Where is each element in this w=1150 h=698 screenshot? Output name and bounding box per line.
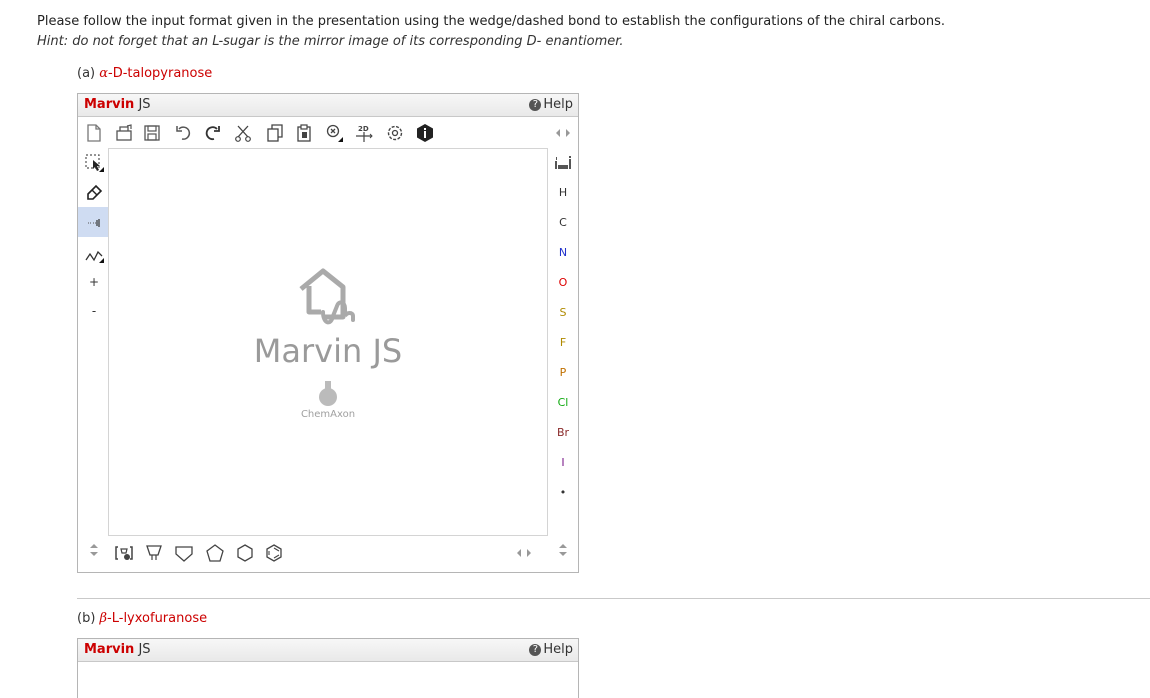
- brand-name: Marvin: [84, 97, 135, 112]
- question-b-greek: β: [99, 611, 108, 626]
- cyclopropane-icon[interactable]: [144, 543, 164, 563]
- chemaxon-logo-text: ChemAxon: [300, 409, 356, 420]
- cut-icon[interactable]: [233, 123, 253, 143]
- bottom-scroll-arrows-icon[interactable]: [514, 543, 534, 563]
- help-b-label: Help: [543, 642, 573, 657]
- instruction-text: Please follow the input format given in …: [37, 14, 946, 29]
- periodic-table-icon[interactable]: [553, 153, 573, 173]
- help-b-icon: ?: [529, 644, 542, 656]
- help-button[interactable]: ? Help: [529, 97, 573, 112]
- section-divider: [77, 598, 1150, 599]
- question-b-name: -L-lyxofuranose: [107, 611, 208, 626]
- redo-icon[interactable]: [202, 123, 222, 143]
- zoom-reset-icon[interactable]: [324, 123, 344, 143]
- editor-title-bar: Marvin JS ? Help: [78, 94, 578, 117]
- chain-icon[interactable]: [84, 244, 104, 264]
- drawing-canvas[interactable]: Marvin JS ChemAxon: [108, 148, 548, 536]
- editor-b-title-bar: Marvin JS ? Help: [78, 639, 578, 662]
- marvin-logo-text: Marvin JS: [253, 332, 403, 370]
- select-icon[interactable]: [84, 153, 104, 173]
- right-scroll-arrows-icon[interactable]: [553, 540, 573, 560]
- question-b-prefix: (b): [77, 611, 100, 626]
- element-h-button[interactable]: H: [552, 186, 574, 199]
- brand-b-suffix: JS: [134, 642, 151, 657]
- question-a-label: (a) α-D-talopyranose: [77, 66, 212, 81]
- question-a-name: -D-talopyranose: [108, 66, 213, 81]
- chemaxon-logo-icon: [319, 381, 337, 406]
- undo-icon[interactable]: [174, 123, 194, 143]
- left-scroll-arrows-icon[interactable]: [84, 540, 104, 560]
- help-b-button[interactable]: ? Help: [529, 642, 573, 657]
- brand-suffix: JS: [134, 97, 151, 112]
- brand-b-name: Marvin: [84, 642, 135, 657]
- cyclohexane-icon[interactable]: [235, 543, 255, 563]
- editor-brand: Marvin JS: [84, 97, 151, 112]
- element-f-button[interactable]: F: [552, 336, 574, 349]
- bond-icon[interactable]: [78, 207, 110, 237]
- increase-charge-button[interactable]: +: [84, 275, 104, 289]
- question-a-greek: α: [99, 66, 109, 81]
- question-a-prefix: (a): [77, 66, 100, 81]
- instructions: Please follow the input format given in …: [37, 12, 945, 52]
- element-p-button[interactable]: P: [552, 366, 574, 379]
- element-n-button[interactable]: N: [552, 246, 574, 259]
- marvin-logo-icon: [299, 268, 355, 325]
- cyclobutane-icon[interactable]: [174, 543, 194, 563]
- question-b-label: (b) β-L-lyxofuranose: [77, 611, 207, 626]
- marvin-editor-b: Marvin JS ? Help: [77, 638, 579, 698]
- decrease-charge-button[interactable]: -: [84, 304, 104, 318]
- hint-text: Hint: do not forget that an L-sugar is t…: [37, 34, 624, 49]
- toolbar-scroll-arrows-icon[interactable]: [553, 123, 573, 143]
- cyclopentane-icon[interactable]: [205, 543, 225, 563]
- template-icon[interactable]: [114, 543, 134, 563]
- paste-icon[interactable]: [294, 123, 314, 143]
- element-c-button[interactable]: C: [552, 216, 574, 229]
- copy-icon[interactable]: [265, 123, 285, 143]
- element-radical-button[interactable]: •: [552, 486, 574, 499]
- element-o-button[interactable]: O: [552, 276, 574, 289]
- about-icon[interactable]: [415, 123, 435, 143]
- settings-icon[interactable]: [385, 123, 405, 143]
- element-cl-button[interactable]: Cl: [552, 396, 574, 409]
- element-i-button[interactable]: I: [552, 456, 574, 469]
- marvin-editor-a: Marvin JS ? Help 2D + - Marvin JS ChemAx…: [77, 93, 579, 573]
- editor-b-brand: Marvin JS: [84, 642, 151, 657]
- open-icon[interactable]: [114, 123, 134, 143]
- new-document-icon[interactable]: [84, 123, 104, 143]
- element-s-button[interactable]: S: [552, 306, 574, 319]
- clean-2d-label: 2D: [358, 125, 369, 133]
- erase-icon[interactable]: [84, 182, 104, 202]
- clean-2d-icon[interactable]: 2D: [354, 123, 374, 143]
- help-icon: ?: [529, 99, 542, 111]
- help-label: Help: [543, 97, 573, 112]
- save-icon[interactable]: [142, 123, 162, 143]
- element-br-button[interactable]: Br: [552, 426, 574, 439]
- benzene-icon[interactable]: [264, 543, 284, 563]
